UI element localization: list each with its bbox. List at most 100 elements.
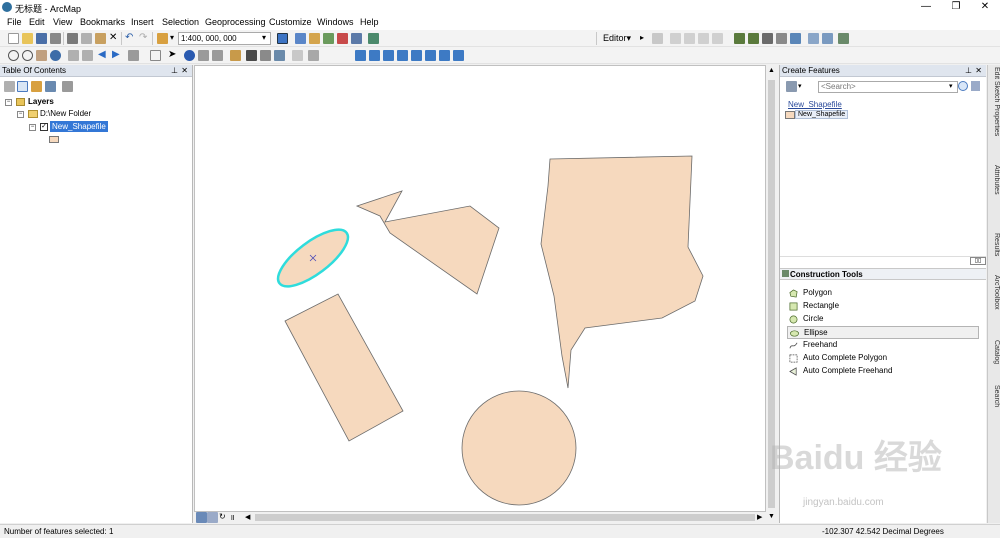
hyperlink-icon[interactable] [198, 50, 209, 61]
layer-symbol-swatch[interactable] [49, 136, 59, 143]
menu-geoprocessing[interactable]: Geoprocessing [205, 17, 266, 27]
find-icon[interactable] [246, 50, 257, 61]
zoom-in-icon[interactable] [8, 50, 19, 61]
template-search-input[interactable]: <Search> [818, 81, 958, 93]
cut-polygons-icon[interactable] [762, 33, 773, 44]
save-icon[interactable] [36, 33, 47, 44]
expand-layers-icon[interactable]: − [5, 99, 12, 106]
cut-icon[interactable] [67, 33, 78, 44]
maximize-button[interactable]: ❐ [941, 0, 971, 15]
fixed-zoom-out-icon[interactable] [82, 50, 93, 61]
menu-customize[interactable]: Customize [269, 17, 312, 27]
catalog-window-icon[interactable] [309, 33, 320, 44]
tool-auto-complete-freehand[interactable]: Auto Complete Freehand [787, 365, 979, 378]
map-polygon-rectangle[interactable] [284, 293, 404, 442]
python-window-icon[interactable] [351, 33, 362, 44]
map-canvas[interactable] [195, 66, 767, 513]
expand-folder-icon[interactable]: − [17, 111, 24, 118]
map-view[interactable] [194, 65, 766, 512]
template-symbol-swatch[interactable] [785, 111, 795, 119]
list-by-drawing-order-icon[interactable] [4, 81, 15, 92]
draw-tool-4-icon[interactable] [397, 50, 408, 61]
menu-insert[interactable]: Insert [131, 17, 154, 27]
organize-templates-icon[interactable] [786, 81, 797, 92]
scroll-up-icon[interactable]: ▲ [768, 67, 775, 74]
tool-auto-complete-polygon[interactable]: Auto Complete Polygon [787, 352, 979, 365]
template-properties-icon[interactable] [971, 81, 980, 91]
pin-icon[interactable]: ⊥ [171, 65, 178, 77]
close-button[interactable]: ✕ [970, 0, 1000, 15]
draw-tool-6-icon[interactable] [425, 50, 436, 61]
map-polygon-freeform[interactable] [540, 155, 704, 389]
paste-icon[interactable] [95, 33, 106, 44]
layout-view-icon[interactable] [207, 512, 218, 523]
print-icon[interactable] [50, 33, 61, 44]
template-item[interactable]: New_Shapefile [795, 110, 849, 119]
viewer-window-icon[interactable] [308, 50, 319, 61]
chevron-down-icon[interactable]: ▾ [949, 82, 953, 90]
redo-icon[interactable]: ↷ [139, 33, 150, 44]
refresh-icon[interactable]: ↻ [219, 512, 230, 523]
draw-tool-3-icon[interactable] [383, 50, 394, 61]
draw-tool-8-icon[interactable] [453, 50, 464, 61]
split-tool-icon[interactable] [776, 33, 787, 44]
scroll-left-icon[interactable]: ◀ [245, 513, 250, 521]
new-document-icon[interactable] [8, 33, 19, 44]
straight-segment-icon[interactable] [670, 33, 681, 44]
select-elements-icon[interactable]: ➤ [168, 50, 179, 61]
model-builder-icon[interactable] [368, 33, 379, 44]
pause-drawing-icon[interactable]: ॥ [230, 512, 241, 523]
trace-icon[interactable] [698, 33, 709, 44]
layers-label[interactable]: Layers [28, 97, 54, 106]
layer-label[interactable]: New_Shapefile [50, 121, 108, 132]
dock-tab-attributes[interactable]: Attributes [989, 165, 1000, 195]
html-popup-icon[interactable] [212, 50, 223, 61]
search-icon[interactable] [958, 81, 968, 91]
splitter-grip-icon[interactable]: ▯▯ [970, 257, 986, 265]
menu-edit[interactable]: Edit [29, 17, 45, 27]
toc-options-icon[interactable] [62, 81, 73, 92]
tool-freehand[interactable]: Freehand [787, 339, 979, 352]
copy-icon[interactable] [81, 33, 92, 44]
list-by-visibility-icon[interactable] [31, 81, 42, 92]
open-folder-icon[interactable] [22, 33, 33, 44]
zoom-out-icon[interactable] [22, 50, 33, 61]
menu-view[interactable]: View [53, 17, 72, 27]
tool-rectangle[interactable]: Rectangle [787, 300, 979, 313]
add-data-dropdown-icon[interactable]: ▾ [170, 33, 174, 42]
minimize-button[interactable]: — [911, 0, 941, 15]
tool-circle[interactable]: Circle [787, 313, 979, 326]
identify-icon[interactable] [184, 50, 195, 61]
fixed-zoom-in-icon[interactable] [68, 50, 79, 61]
tool-polygon[interactable]: Polygon [787, 287, 979, 300]
close-icon[interactable]: ✕ [975, 65, 982, 77]
draw-tool-2-icon[interactable] [369, 50, 380, 61]
reshape-icon[interactable] [748, 33, 759, 44]
close-icon[interactable]: ✕ [181, 65, 188, 77]
sketch-properties-icon[interactable] [822, 33, 833, 44]
menu-help[interactable]: Help [360, 17, 379, 27]
edit-annotation-icon[interactable] [652, 33, 663, 44]
delete-icon[interactable]: ✕ [109, 33, 120, 44]
add-data-icon[interactable] [157, 33, 168, 44]
dock-tab-catalog[interactable]: Catalog [989, 340, 1000, 364]
find-route-icon[interactable] [260, 50, 271, 61]
scroll-down-icon[interactable]: ▼ [768, 513, 775, 520]
list-by-source-icon[interactable] [17, 81, 28, 92]
menu-file[interactable]: File [7, 17, 22, 27]
arctoolbox-icon[interactable] [337, 33, 348, 44]
edit-vertices-icon[interactable] [734, 33, 745, 44]
editor-toolbar-icon[interactable] [277, 33, 288, 44]
end-point-arc-icon[interactable] [684, 33, 695, 44]
go-to-xy-icon[interactable] [274, 50, 285, 61]
dock-tab-edit-sketch-properties[interactable]: Edit Sketch Properties [989, 67, 1000, 136]
clear-selection-icon[interactable] [150, 50, 161, 61]
full-extent-icon[interactable] [50, 50, 61, 61]
back-icon[interactable]: ◀ [98, 50, 109, 61]
edit-tool-icon[interactable]: ▸ [640, 33, 651, 44]
rotate-icon[interactable] [790, 33, 801, 44]
data-view-icon[interactable] [196, 512, 207, 523]
select-features-icon[interactable] [128, 50, 139, 61]
pan-icon[interactable] [36, 50, 47, 61]
map-polygon-triangle[interactable] [355, 190, 500, 295]
